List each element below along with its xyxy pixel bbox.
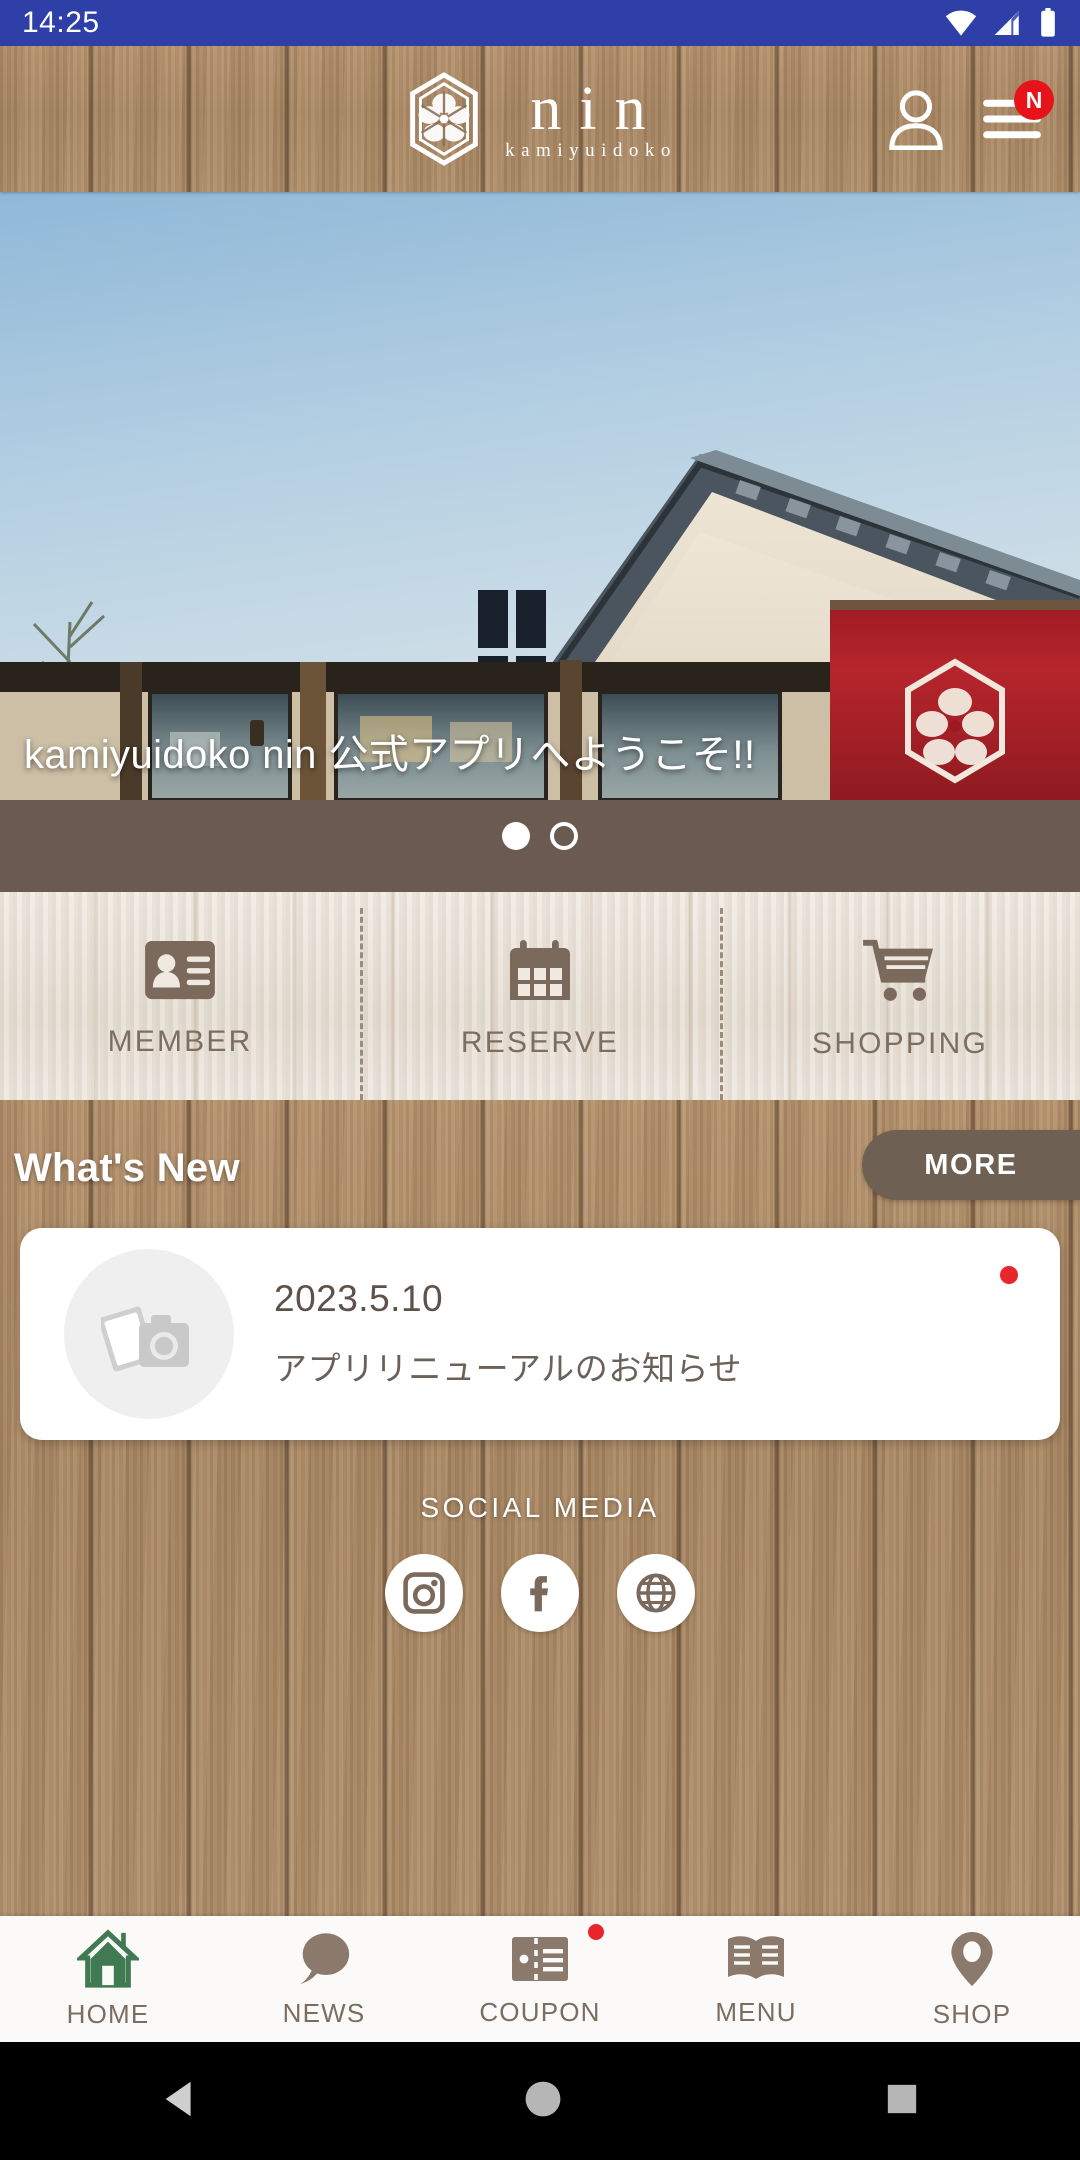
whats-new-section: What's New MORE 2023.5.10 アプリリニューアルのお知らせ…	[0, 1100, 1080, 1916]
map-pin-icon	[951, 1931, 993, 1986]
menu-badge: N	[1014, 80, 1054, 120]
quick-action-label: SHOPPING	[812, 1027, 988, 1060]
facebook-link[interactable]	[501, 1554, 579, 1632]
app-screen: 14:25 nin kamiyuidoko N kamiyuidoko nin …	[0, 0, 1080, 2160]
instagram-link[interactable]	[385, 1554, 463, 1632]
tab-label: SHOP	[932, 1998, 1012, 2029]
carousel-dot-active[interactable]	[502, 822, 530, 850]
coupon-badge	[588, 1924, 604, 1940]
hexagon-flower-crest-icon	[410, 72, 478, 166]
status-bar: 14:25	[0, 0, 1080, 46]
calendar-icon	[510, 940, 570, 1000]
contact-card-icon	[145, 940, 215, 1000]
home-icon	[77, 1928, 139, 1988]
tab-coupon[interactable]: COUPON	[432, 1916, 648, 2042]
news-thumbnail	[64, 1249, 234, 1419]
logo-subtitle: kamiyuidoko	[505, 140, 677, 162]
instagram-icon	[403, 1572, 445, 1614]
social-title: SOCIAL MEDIA	[420, 1492, 660, 1523]
status-icons	[944, 8, 1058, 38]
bottom-tab-bar: HOME NEWS COUPON MENU SHOP	[0, 1916, 1080, 2042]
wifi-icon	[945, 10, 977, 36]
cellular-signal-icon	[994, 11, 1019, 35]
tab-label: NEWS	[282, 1997, 366, 2028]
quick-action-label: MEMBER	[107, 1025, 253, 1058]
tab-shop[interactable]: SHOP	[864, 1916, 1080, 2042]
logo-name: nin	[530, 74, 664, 143]
quick-action-shopping[interactable]: SHOPPING	[720, 892, 1080, 1100]
website-globe-icon	[636, 1573, 676, 1613]
carousel-dot[interactable]	[550, 822, 578, 850]
tab-home[interactable]: HOME	[0, 1916, 216, 2042]
tab-label: MENU	[715, 1996, 797, 2027]
tab-label: COUPON	[479, 1996, 601, 2027]
quick-action-member[interactable]: MEMBER	[0, 892, 360, 1100]
quick-action-reserve[interactable]: RESERVE	[360, 892, 720, 1100]
hero-carousel[interactable]: kamiyuidoko nin 公式アプリへようこそ!!	[0, 192, 1080, 892]
news-title: アプリリニューアルのお知らせ	[274, 1350, 743, 1387]
more-button[interactable]: MORE	[862, 1130, 1080, 1200]
back-triangle-icon	[165, 2081, 191, 2116]
quick-action-label: RESERVE	[460, 1026, 620, 1059]
android-nav-bar	[0, 2042, 1080, 2160]
more-button-label: MORE	[924, 1148, 1018, 1181]
whats-new-header: What's New MORE	[0, 1120, 1080, 1220]
speech-bubble-icon	[299, 1932, 350, 1984]
open-book-icon	[728, 1935, 784, 1979]
website-link[interactable]	[617, 1554, 695, 1632]
quick-actions-row: MEMBER RESERVE SHOPPING	[0, 892, 1080, 1100]
home-circle-icon	[525, 2081, 561, 2116]
ticket-icon	[512, 1936, 568, 1981]
logo-wordmark: nin kamiyuidoko	[499, 74, 677, 163]
hero-caption: kamiyuidoko nin 公式アプリへようこそ!!	[24, 733, 756, 777]
recents-button[interactable]	[882, 2079, 922, 2124]
app-header: nin kamiyuidoko N	[0, 46, 1080, 192]
account-button[interactable]	[882, 82, 950, 156]
battery-icon	[1041, 8, 1055, 37]
home-button[interactable]	[521, 2077, 565, 2126]
tab-news[interactable]: NEWS	[216, 1916, 432, 2042]
back-button[interactable]	[158, 2076, 204, 2127]
news-date: 2023.5.10	[274, 1278, 444, 1319]
recents-square-icon	[887, 2084, 916, 2113]
social-media-section: SOCIAL MEDIA	[0, 1492, 1080, 1632]
status-clock: 14:25	[22, 6, 100, 39]
section-title: What's New	[14, 1146, 240, 1190]
news-list-item[interactable]: 2023.5.10 アプリリニューアルのお知らせ	[20, 1228, 1060, 1440]
person-icon	[889, 90, 943, 150]
carousel-dots[interactable]	[0, 816, 1080, 856]
tab-label: HOME	[66, 1998, 150, 2029]
news-content: 2023.5.10 アプリリニューアルのお知らせ	[274, 1278, 742, 1390]
photo-placeholder-icon	[101, 1306, 189, 1372]
menu-button[interactable]: N	[978, 80, 1054, 156]
facebook-icon	[530, 1576, 549, 1612]
header-actions: N	[882, 80, 1080, 156]
shopping-cart-icon	[863, 939, 933, 1001]
social-links	[0, 1554, 1080, 1632]
hero-image	[0, 192, 1080, 800]
tab-menu[interactable]: MENU	[648, 1916, 864, 2042]
unread-badge	[1000, 1266, 1018, 1284]
